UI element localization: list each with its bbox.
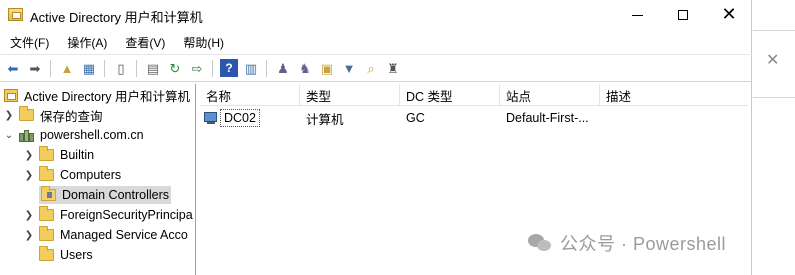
console-tree: Active Directory 用户和计算机 ❯ 保存的查询 ⌄ powers… xyxy=(0,84,196,275)
title-bar: Active Directory 用户和计算机 ✕ xyxy=(0,0,752,30)
new-group-icon[interactable]: ♞ xyxy=(296,59,314,77)
menu-help[interactable]: 帮助(H) xyxy=(177,34,230,51)
cell-site: Default-First-... xyxy=(506,111,589,125)
toolbar: ⬅ ➡ ▲ ▦ ▯ ▤ ↻ ⇨ ? ▥ ♟ ♞ ▣ ▼ ⌕ ♜ xyxy=(0,54,752,82)
up-folder-icon[interactable]: ▲ xyxy=(58,59,76,77)
folder-icon xyxy=(39,226,54,241)
new-user-icon[interactable]: ♟ xyxy=(274,59,292,77)
tree-item-users[interactable]: Users xyxy=(24,245,93,265)
mmc-view-icon[interactable]: ▥ xyxy=(242,59,260,77)
tree-item-label: Managed Service Acco xyxy=(60,228,188,242)
chevron-right-icon[interactable]: ❯ xyxy=(24,230,34,241)
tree-selection: Domain Controllers xyxy=(39,186,171,204)
export-list-icon[interactable]: ▤ xyxy=(144,59,162,77)
column-header-name[interactable]: 名称 xyxy=(200,84,300,106)
aduc-app-icon xyxy=(8,8,23,21)
column-header-dc-type[interactable]: DC 类型 xyxy=(400,84,500,106)
maximize-icon xyxy=(678,10,688,20)
close-button[interactable]: ✕ xyxy=(706,0,752,30)
tree-item-foreign-security-principals[interactable]: ❯ ForeignSecurityPrincipa xyxy=(24,205,193,225)
menu-action[interactable]: 操作(A) xyxy=(61,34,113,51)
background-window: ✕ xyxy=(753,30,795,98)
domain-icon xyxy=(19,129,34,142)
tree-item-domain[interactable]: ⌄ powershell.com.cn xyxy=(4,125,144,145)
tree-item-builtin[interactable]: ❯ Builtin xyxy=(24,145,94,165)
properties-export-icon[interactable]: ⇨ xyxy=(188,59,206,77)
tree-root[interactable]: Active Directory 用户和计算机 xyxy=(4,85,190,105)
maximize-button[interactable] xyxy=(660,0,706,30)
back-arrow-icon[interactable]: ⬅ xyxy=(4,59,22,77)
toolbar-separator xyxy=(104,60,105,77)
tree-root-label: Active Directory 用户和计算机 xyxy=(24,89,190,104)
computer-icon xyxy=(204,111,218,125)
toolbar-separator xyxy=(50,60,51,77)
add-to-group-icon[interactable]: ♜ xyxy=(384,59,402,77)
watermark-text: 公众号 · Powershell xyxy=(560,234,727,254)
tree-item-domain-controllers[interactable]: Domain Controllers xyxy=(24,185,171,205)
show-tree-icon[interactable]: ▦ xyxy=(80,59,98,77)
tree-item-label: Builtin xyxy=(60,148,95,162)
tree-item-managed-service-accounts[interactable]: ❯ Managed Service Acco xyxy=(24,225,188,245)
menu-file[interactable]: 文件(F) xyxy=(4,34,55,51)
folder-icon xyxy=(39,166,54,181)
tree-item-label: Users xyxy=(60,248,93,262)
column-header-description[interactable]: 描述 xyxy=(600,84,748,106)
cell-description xyxy=(600,108,748,128)
chevron-right-icon[interactable]: ❯ xyxy=(24,170,34,181)
dc-name[interactable]: DC02 xyxy=(220,109,260,127)
toolbar-separator xyxy=(136,60,137,77)
tree-item-label: Domain Controllers xyxy=(62,188,169,202)
tree-item-label: ForeignSecurityPrincipa xyxy=(60,208,193,222)
find-icon[interactable]: ⌕ xyxy=(362,59,380,77)
column-header-type[interactable]: 类型 xyxy=(300,84,400,106)
toolbar-separator xyxy=(266,60,267,77)
wechat-icon xyxy=(528,234,552,252)
folder-icon xyxy=(39,246,54,261)
forward-arrow-icon[interactable]: ➡ xyxy=(26,59,44,77)
tree-item-label: 保存的查询 xyxy=(40,109,103,124)
list-header: 名称 类型 DC 类型 站点 描述 xyxy=(200,84,748,106)
cell-type: 计算机 xyxy=(306,112,344,127)
new-ou-icon[interactable]: ▣ xyxy=(318,59,336,77)
table-row[interactable]: DC02 计算机 GC Default-First-... xyxy=(200,108,748,128)
chevron-right-icon[interactable]: ❯ xyxy=(4,110,14,121)
column-header-site[interactable]: 站点 xyxy=(500,84,600,106)
tree-item-label: powershell.com.cn xyxy=(40,128,144,142)
menu-bar: 文件(F) 操作(A) 查看(V) 帮助(H) xyxy=(0,31,236,53)
chevron-right-icon[interactable]: ❯ xyxy=(24,210,34,221)
watermark: 公众号 · Powershell xyxy=(528,230,726,256)
folder-icon xyxy=(39,146,54,161)
chevron-right-icon[interactable]: ❯ xyxy=(24,150,34,161)
close-icon: ✕ xyxy=(721,4,737,25)
menu-view[interactable]: 查看(V) xyxy=(119,34,171,51)
cell-dc-type: GC xyxy=(406,111,425,125)
help-icon[interactable]: ? xyxy=(220,59,238,77)
folder-icon xyxy=(39,206,54,221)
close-icon[interactable]: ✕ xyxy=(766,50,779,69)
minimize-button[interactable] xyxy=(614,0,660,30)
tree-item-computers[interactable]: ❯ Computers xyxy=(24,165,121,185)
cell-name: DC02 xyxy=(200,108,300,128)
tree-item-saved-queries[interactable]: ❯ 保存的查询 xyxy=(4,105,103,125)
folder-icon xyxy=(19,106,34,121)
copy-icon[interactable]: ▯ xyxy=(112,59,130,77)
window-title: Active Directory 用户和计算机 xyxy=(30,10,203,25)
minimize-icon xyxy=(631,14,643,16)
filter-icon[interactable]: ▼ xyxy=(340,59,358,77)
aduc-root-icon xyxy=(4,88,18,102)
domain-controllers-folder-icon xyxy=(41,186,56,201)
refresh-icon[interactable]: ↻ xyxy=(166,59,184,77)
tree-item-label: Computers xyxy=(60,168,122,182)
chevron-down-icon[interactable]: ⌄ xyxy=(4,130,14,141)
toolbar-separator xyxy=(212,60,213,77)
